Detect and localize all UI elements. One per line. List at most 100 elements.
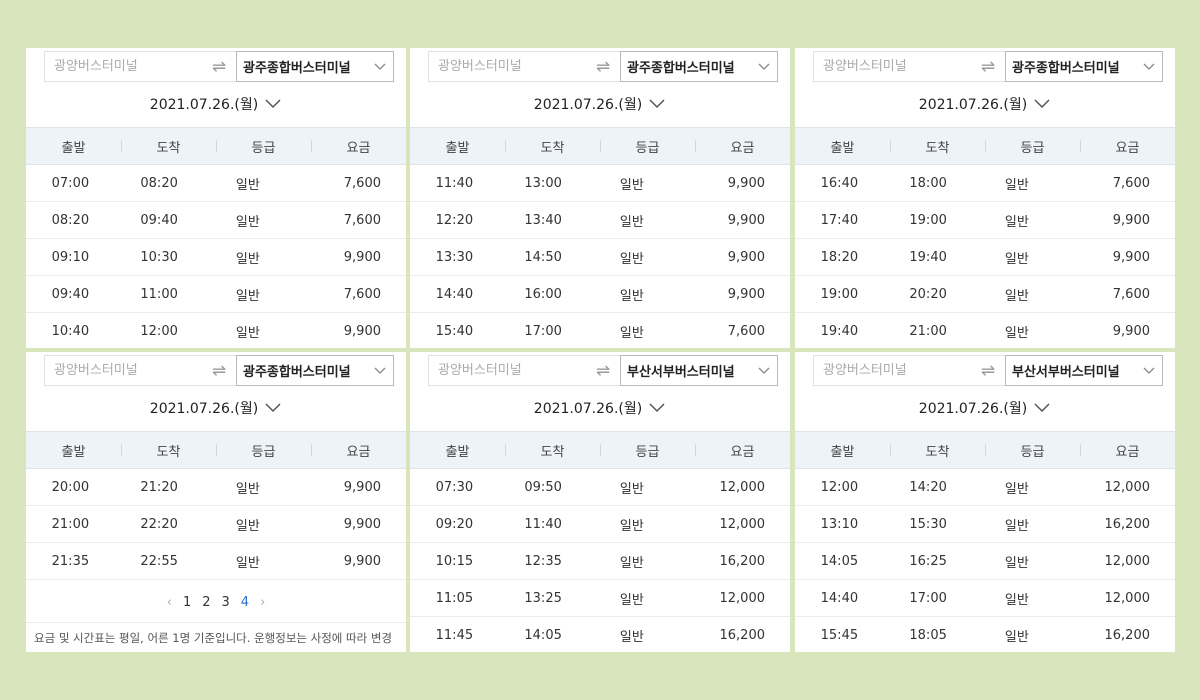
route-selector: ⇌ 광주종합버스터미널 bbox=[44, 51, 394, 82]
departure-input[interactable] bbox=[428, 51, 586, 82]
table-row: 14:05 16:25 일반 12,000 bbox=[795, 543, 1175, 580]
chevron-down-icon bbox=[264, 98, 282, 110]
bus-grade: 일반 bbox=[619, 251, 644, 267]
table-row: 07:00 08:20 일반 7,600 bbox=[26, 165, 406, 202]
route-selector: ⇌ 광주종합버스터미널 bbox=[813, 51, 1163, 82]
bus-grade: 일반 bbox=[619, 481, 644, 497]
date-selector[interactable]: 2021.07.26.(월) bbox=[410, 86, 790, 122]
arrival-time: 14:20 bbox=[909, 479, 947, 495]
date-selector[interactable]: 2021.07.26.(월) bbox=[795, 390, 1175, 426]
fare: 16,200 bbox=[719, 553, 766, 569]
fare: 12,000 bbox=[719, 479, 766, 495]
departure-time: 19:00 bbox=[820, 286, 859, 302]
arrival-time: 13:25 bbox=[524, 590, 562, 606]
swap-arrows-icon[interactable]: ⇌ bbox=[586, 51, 620, 82]
column-header: 출발 bbox=[61, 140, 86, 156]
route-selector: ⇌ 부산서부버스터미널 bbox=[813, 355, 1163, 386]
swap-arrows-icon[interactable]: ⇌ bbox=[202, 51, 236, 82]
date-label: 2021.07.26.(월) bbox=[918, 401, 1028, 417]
bus-grade: 일반 bbox=[1004, 555, 1029, 571]
timetable-panel: ⇌ 부산서부버스터미널 2021.07.26.(월) 출발 도착등급요금 07:30 09:… bbox=[410, 352, 790, 652]
fare: 9,900 bbox=[343, 323, 381, 339]
departure-time: 07:00 bbox=[51, 175, 90, 191]
timetable-panel: ⇌ 광주종합버스터미널 2021.07.26.(월) 출발 도착등급요금 20:00 21:… bbox=[26, 352, 406, 652]
destination-select[interactable]: 광주종합버스터미널 bbox=[236, 355, 394, 386]
destination-select[interactable]: 광주종합버스터미널 bbox=[1005, 51, 1163, 82]
bus-grade: 일반 bbox=[1004, 288, 1029, 304]
departure-input[interactable] bbox=[428, 355, 586, 386]
column-header: 출발 bbox=[61, 444, 86, 460]
departure-input[interactable] bbox=[813, 51, 971, 82]
bus-grade: 일반 bbox=[619, 629, 644, 645]
bus-grade: 일반 bbox=[1004, 629, 1029, 645]
column-header: 등급 bbox=[216, 441, 311, 460]
destination-select[interactable]: 부산서부버스터미널 bbox=[1005, 355, 1163, 386]
timetable-panel: ⇌ 부산서부버스터미널 2021.07.26.(월) 출발 도착등급요금 12:00 14:… bbox=[795, 352, 1175, 652]
date-label: 2021.07.26.(월) bbox=[149, 97, 259, 113]
date-label: 2021.07.26.(월) bbox=[918, 97, 1028, 113]
page-link[interactable]: 3 bbox=[222, 595, 230, 610]
fare: 16,200 bbox=[1104, 627, 1151, 643]
date-selector[interactable]: 2021.07.26.(월) bbox=[26, 390, 406, 426]
destination-label: 광주종합버스터미널 bbox=[243, 61, 351, 76]
column-header: 출발 bbox=[830, 140, 855, 156]
bus-grade: 일반 bbox=[619, 214, 644, 230]
departure-time: 19:40 bbox=[820, 323, 859, 339]
swap-arrows-icon[interactable]: ⇌ bbox=[971, 355, 1005, 386]
bus-grade: 일반 bbox=[235, 288, 260, 304]
destination-label: 광주종합버스터미널 bbox=[1012, 61, 1120, 76]
arrival-time: 15:30 bbox=[909, 516, 947, 532]
destination-select[interactable]: 부산서부버스터미널 bbox=[620, 355, 778, 386]
departure-input[interactable] bbox=[44, 355, 202, 386]
swap-arrows-icon[interactable]: ⇌ bbox=[202, 355, 236, 386]
departure-time: 10:15 bbox=[435, 553, 474, 569]
swap-arrows-icon[interactable]: ⇌ bbox=[971, 51, 1005, 82]
departure-input[interactable] bbox=[44, 51, 202, 82]
column-header: 등급 bbox=[600, 441, 695, 460]
table-row: 19:40 21:00 일반 9,900 bbox=[795, 313, 1175, 348]
swap-arrows-icon[interactable]: ⇌ bbox=[586, 355, 620, 386]
departure-time: 12:00 bbox=[820, 479, 859, 495]
timetable-rows: 12:00 14:20 일반 12,000 13:10 15:30 일반 16,200 14:0… bbox=[795, 469, 1175, 652]
bus-grade: 일반 bbox=[235, 177, 260, 193]
timetable-panel: ⇌ 광주종합버스터미널 2021.07.26.(월) 출발 도착등급요금 11:40 13:… bbox=[410, 48, 790, 348]
bus-grade: 일반 bbox=[619, 555, 644, 571]
chevron-down-icon bbox=[264, 402, 282, 414]
bus-grade: 일반 bbox=[619, 518, 644, 534]
next-page-icon[interactable]: › bbox=[260, 595, 265, 610]
column-header: 등급 bbox=[600, 137, 695, 156]
prev-page-icon[interactable]: ‹ bbox=[167, 595, 172, 610]
fare: 7,600 bbox=[343, 286, 381, 302]
page-link[interactable]: 4 bbox=[241, 595, 249, 610]
page-link[interactable]: 2 bbox=[202, 595, 210, 610]
column-header: 도착 bbox=[121, 441, 216, 460]
table-row: 12:20 13:40 일반 9,900 bbox=[410, 202, 790, 239]
timetable-rows: 11:40 13:00 일반 9,900 12:20 13:40 일반 9,900 13:30 1… bbox=[410, 165, 790, 348]
chevron-down-icon bbox=[1142, 363, 1156, 377]
arrival-time: 13:40 bbox=[524, 212, 562, 228]
destination-select[interactable]: 광주종합버스터미널 bbox=[236, 51, 394, 82]
departure-time: 11:40 bbox=[435, 175, 474, 191]
table-header: 출발 도착 등급 요금 bbox=[26, 127, 406, 165]
chevron-down-icon bbox=[757, 363, 771, 377]
destination-label: 부산서부버스터미널 bbox=[627, 365, 735, 380]
page-link[interactable]: 1 bbox=[183, 595, 191, 610]
arrival-time: 17:00 bbox=[524, 323, 562, 339]
chevron-down-icon bbox=[373, 59, 387, 73]
date-selector[interactable]: 2021.07.26.(월) bbox=[410, 390, 790, 426]
bus-grade: 일반 bbox=[619, 177, 644, 193]
arrival-time: 08:20 bbox=[140, 175, 178, 191]
departure-time: 18:20 bbox=[820, 249, 859, 265]
table-row: 21:00 22:20 일반 9,900 bbox=[26, 506, 406, 543]
departure-input[interactable] bbox=[813, 355, 971, 386]
route-selector: ⇌ 광주종합버스터미널 bbox=[44, 355, 394, 386]
date-selector[interactable]: 2021.07.26.(월) bbox=[26, 86, 406, 122]
departure-time: 09:10 bbox=[51, 249, 90, 265]
destination-select[interactable]: 광주종합버스터미널 bbox=[620, 51, 778, 82]
column-header: 요금 bbox=[311, 137, 406, 156]
departure-time: 09:20 bbox=[435, 516, 474, 532]
fare: 12,000 bbox=[1104, 553, 1151, 569]
column-header: 요금 bbox=[1080, 441, 1175, 460]
date-selector[interactable]: 2021.07.26.(월) bbox=[795, 86, 1175, 122]
departure-time: 14:40 bbox=[435, 286, 474, 302]
